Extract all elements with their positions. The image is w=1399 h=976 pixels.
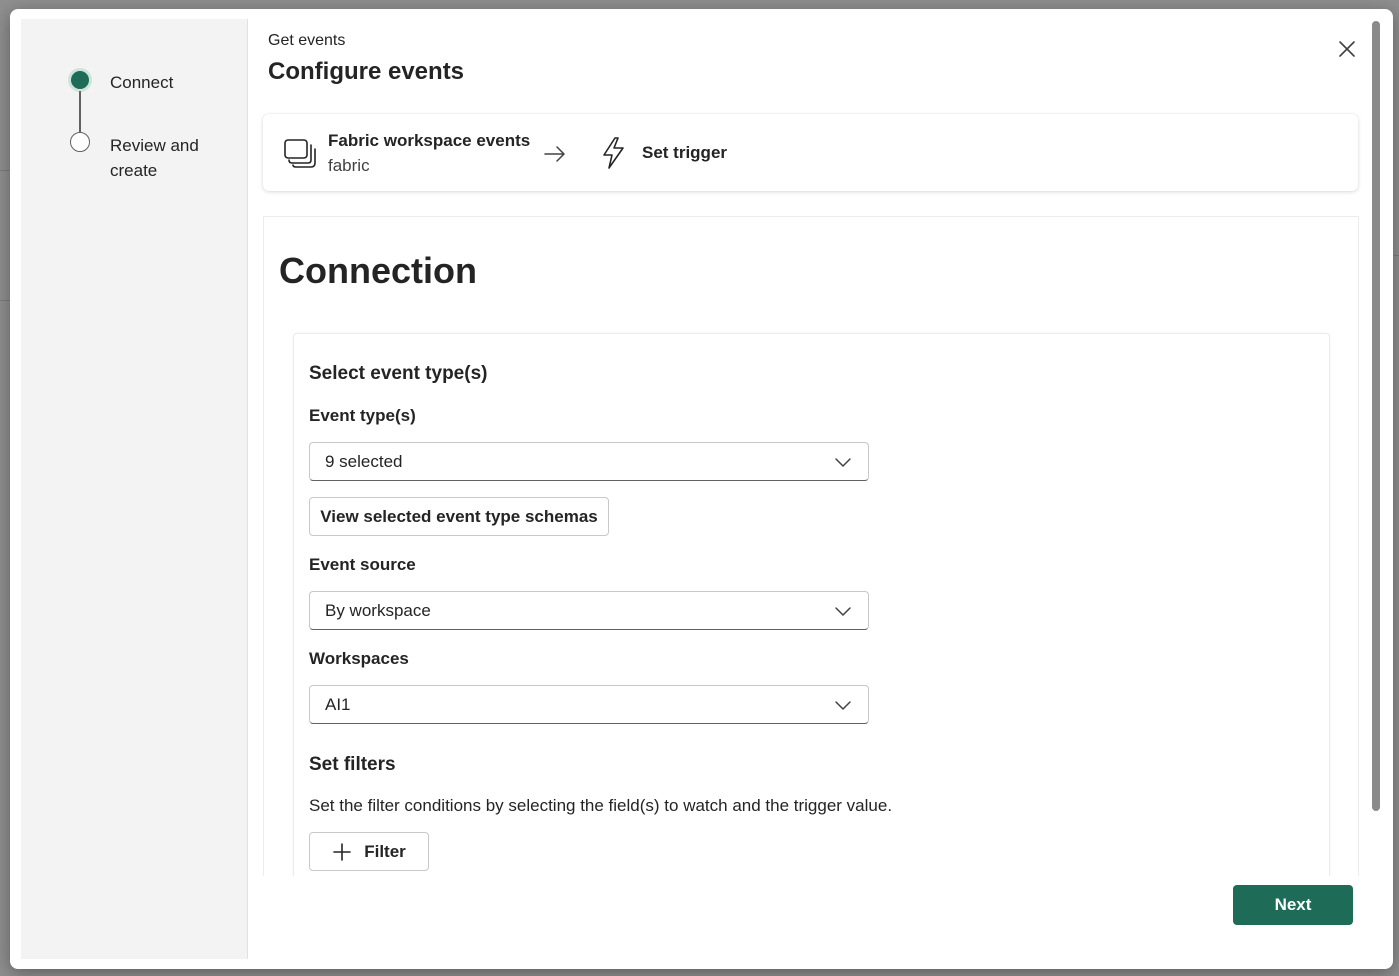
event-settings-card: Select event type(s) Event type(s) 9 sel… <box>293 333 1330 876</box>
set-filters-heading: Set filters <box>309 754 396 775</box>
configure-events-dialog: Connect Review and create Get events Con… <box>10 9 1393 969</box>
source-title: Fabric workspace events <box>328 131 531 150</box>
wizard-stepper: Connect Review and create <box>21 19 248 959</box>
view-schemas-button[interactable]: View selected event type schemas <box>309 497 609 536</box>
step-review-label-line1: Review and <box>110 136 199 155</box>
arrow-right-icon <box>544 146 565 162</box>
connection-title: Connection <box>279 250 477 291</box>
source-subtitle: fabric <box>328 156 370 175</box>
close-icon <box>1339 41 1355 57</box>
select-event-types-heading: Select event type(s) <box>309 363 488 384</box>
lightning-icon <box>603 137 624 169</box>
source-trigger-summary: Fabric workspace events fabric Set trigg… <box>263 114 1358 191</box>
workspaces-label: Workspaces <box>309 649 409 668</box>
step-review-label[interactable]: Review and create <box>110 133 230 183</box>
chevron-down-icon <box>835 458 851 467</box>
connection-panel: Connection Select event type(s) Event ty… <box>263 216 1359 876</box>
workspaces-dropdown[interactable]: AI1 <box>309 685 869 724</box>
event-source-value: By workspace <box>325 600 431 620</box>
add-filter-label: Filter <box>364 841 406 861</box>
scrollbar-thumb[interactable] <box>1372 21 1380 811</box>
chevron-down-icon <box>835 701 851 710</box>
step-connect-indicator <box>71 71 89 89</box>
event-types-value: 9 selected <box>325 451 403 471</box>
step-connect-label[interactable]: Connect <box>110 70 173 95</box>
step-review-indicator <box>70 132 90 152</box>
workspaces-value: AI1 <box>325 694 351 714</box>
set-filters-description: Set the filter conditions by selecting t… <box>309 796 893 815</box>
event-source-dropdown[interactable]: By workspace <box>309 591 869 630</box>
content-scrollbar[interactable] <box>1369 17 1383 865</box>
dialog-subtitle: Get events <box>268 32 346 49</box>
event-source-label: Event source <box>309 555 416 574</box>
event-types-dropdown[interactable]: 9 selected <box>309 442 869 481</box>
add-filter-button[interactable]: Filter <box>309 832 429 871</box>
backdrop-divider <box>0 170 10 171</box>
plus-icon <box>333 842 352 861</box>
close-button[interactable] <box>1335 37 1359 61</box>
dialog-title: Configure events <box>268 58 465 85</box>
step-review-label-line2: create <box>110 161 158 180</box>
workspace-events-icon <box>284 139 316 168</box>
step-connector-line <box>79 91 81 135</box>
target-title: Set trigger <box>642 143 728 162</box>
backdrop-divider <box>0 300 10 301</box>
next-button[interactable]: Next <box>1233 885 1353 925</box>
chevron-down-icon <box>835 607 851 616</box>
event-types-label: Event type(s) <box>309 406 416 425</box>
backdrop-divider <box>1393 255 1399 256</box>
